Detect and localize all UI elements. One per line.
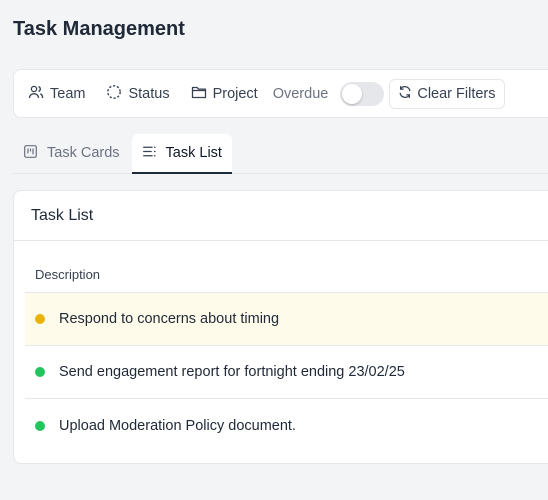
table-row[interactable]: Upload Moderation Policy document.: [25, 399, 548, 452]
task-description: Upload Moderation Policy document.: [59, 417, 296, 434]
kanban-icon: [23, 144, 38, 163]
page-title: Task Management: [13, 18, 185, 40]
task-table: Description Respond to concerns about ti…: [25, 257, 548, 452]
task-rows: Respond to concerns about timing Send eng…: [25, 293, 548, 452]
status-dot: [35, 420, 45, 431]
task-description: Send engagement report for fortnight end…: [59, 364, 405, 380]
folder-icon: [191, 84, 207, 104]
status-filter-label: Status: [128, 85, 170, 102]
status-dot: [35, 367, 45, 377]
filter-bar: Team Status Project Overdue Clear Filter…: [13, 69, 548, 118]
users-icon: [28, 84, 44, 104]
status-filter-button[interactable]: Status: [106, 84, 170, 104]
team-filter-label: Team: [50, 85, 86, 102]
task-list-card: Task List Description Respond to concern…: [13, 190, 548, 464]
card-title: Task List: [14, 191, 548, 241]
status-dot: [35, 314, 45, 324]
table-row[interactable]: Send engagement report for fortnight end…: [25, 346, 548, 399]
overdue-label: Overdue: [272, 85, 329, 102]
clear-filters-button[interactable]: Clear Filters: [389, 78, 505, 109]
list-icon: [142, 144, 157, 163]
table-row[interactable]: Respond to concerns about timing: [25, 293, 548, 346]
tab-task-cards-label: Task Cards: [47, 145, 120, 161]
dashed-circle-icon: [106, 84, 122, 104]
task-description: Respond to concerns about timing: [59, 311, 280, 327]
tab-task-cards[interactable]: Task Cards: [13, 133, 130, 173]
project-filter-label: Project: [212, 85, 258, 102]
tab-task-list[interactable]: Task List: [131, 134, 232, 174]
tab-task-list-label: Task List: [165, 145, 222, 161]
column-header-description: Description: [25, 257, 548, 293]
refresh-icon: [398, 85, 412, 103]
toggle-knob: [342, 83, 363, 104]
clear-filters-label: Clear Filters: [417, 85, 496, 102]
overdue-toggle[interactable]: [340, 81, 385, 106]
view-tabs: Task Cards Task List: [13, 132, 548, 174]
team-filter-button[interactable]: Team: [28, 84, 85, 104]
project-filter-button[interactable]: Project: [191, 84, 258, 104]
